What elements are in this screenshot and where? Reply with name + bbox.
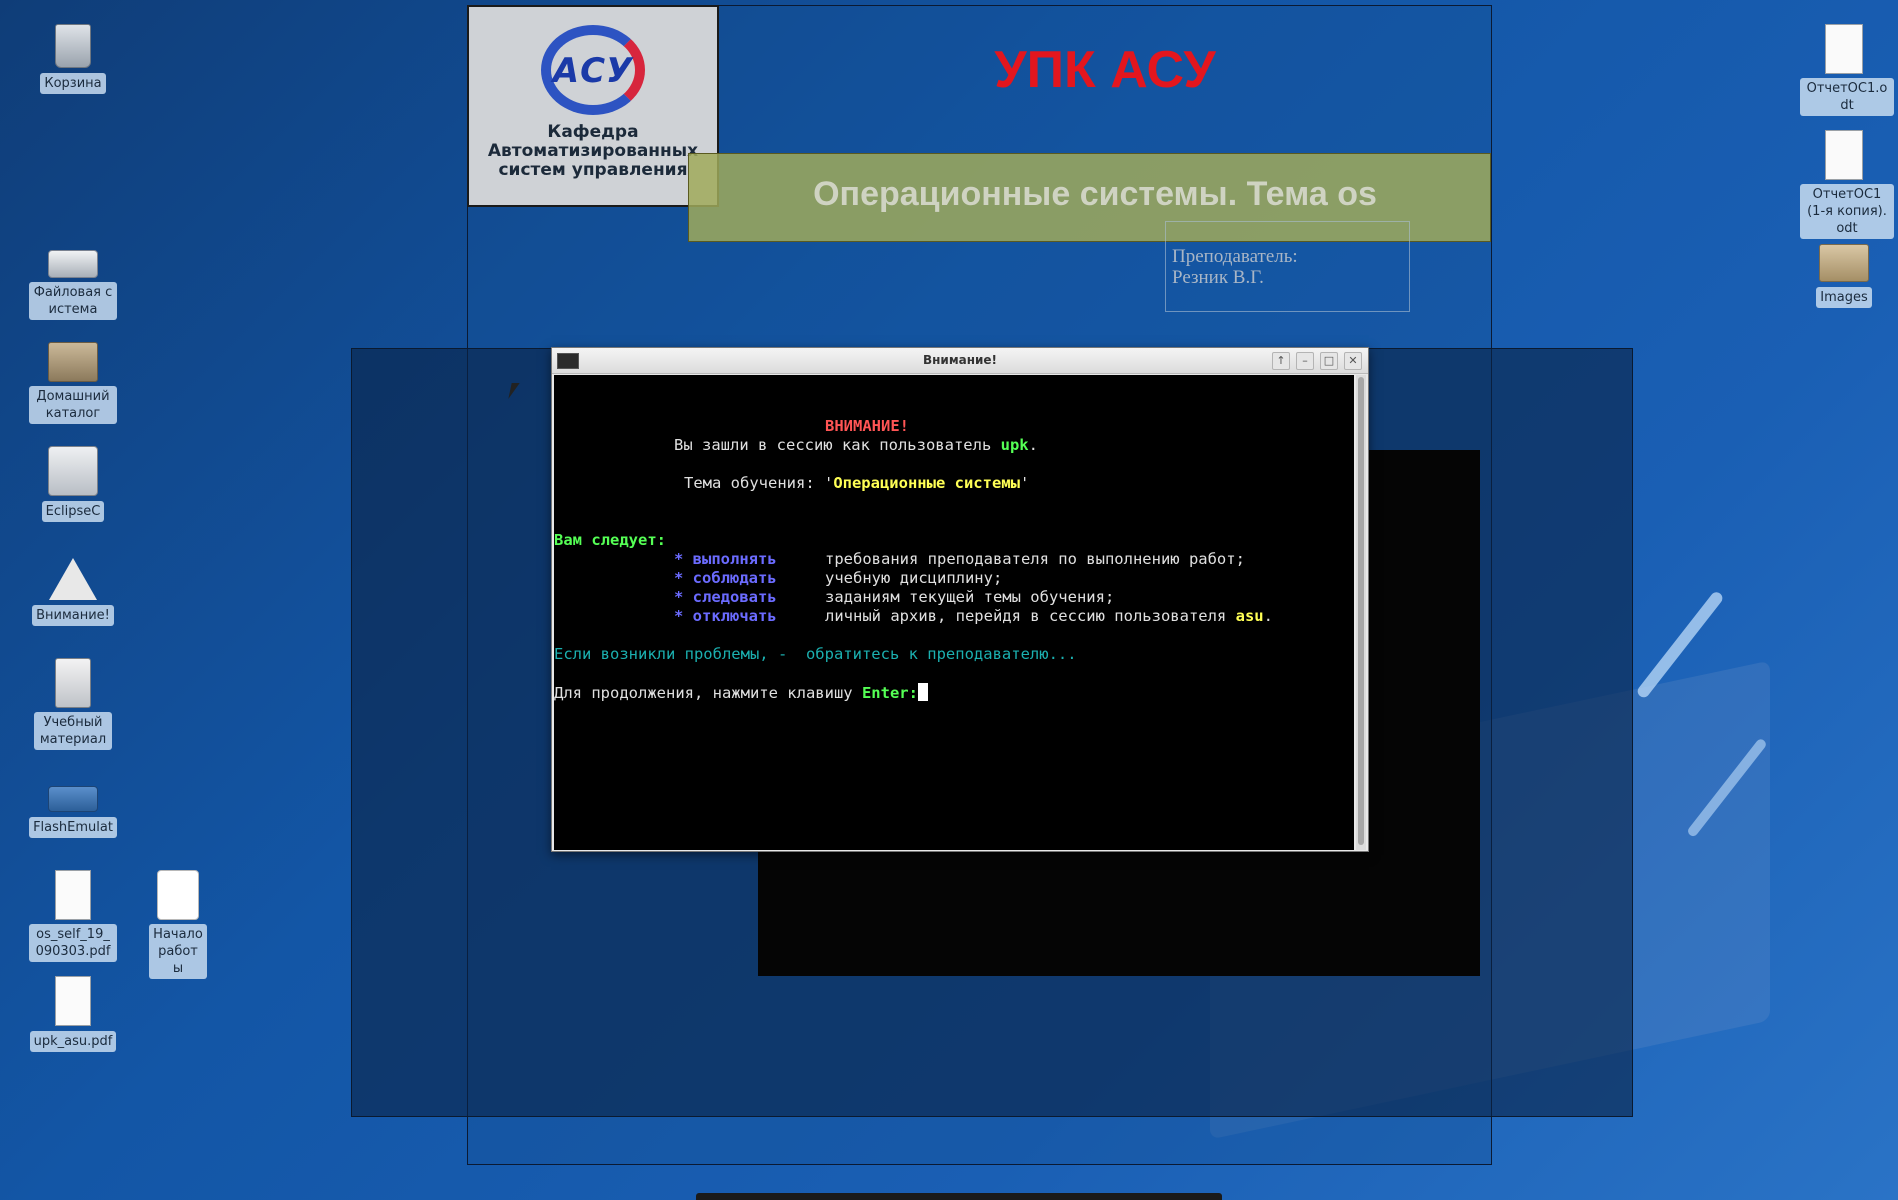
desktop-icon-warning[interactable]: Внимание! [29,558,117,626]
desktop-icon-study-material[interactable]: Учебный материал [29,658,117,750]
department-logo: АСУ Кафедра Автоматизированных систем уп… [467,5,719,207]
desktop-icon-os-self-pdf[interactable]: os_self_19_090303.pdf [29,870,117,962]
taskbar-edge [696,1193,1222,1200]
warning-heading: ВНИМАНИЕ! [825,417,909,435]
teacher-label: Преподаватель: [1172,246,1298,267]
desktop-icon-start-work[interactable]: Начало работы [134,870,222,979]
presentation-subtitle: Операционные системы. Тема os [813,175,1377,213]
rule-text: личный архив, перейдя в сессию пользоват… [825,607,1273,625]
asu-logo-icon: АСУ [523,19,663,119]
scrollbar-thumb[interactable] [1358,377,1364,845]
odt-document-icon [1825,130,1863,180]
odt-document-icon [1825,24,1863,74]
desktop-icon-flashemulat[interactable]: FlashEmulat [29,770,117,838]
drive-icon [48,250,98,278]
continue-prompt[interactable]: Для продолжения, нажмите клавишу Enter: [554,683,928,703]
terminal-output[interactable]: ВНИМАНИЕ! Вы зашли в сессию как пользова… [554,375,1354,850]
desktop-icon-report-copy-odt[interactable]: ОтчетОС1 (1-я копия).odt [1800,130,1894,239]
session-line: Вы зашли в сессию как пользователь upk. [674,436,1038,454]
topic-line: Тема обучения: 'Операционные системы' [684,474,1030,492]
must-heading: Вам следует: [554,531,666,549]
close-button[interactable]: ✕ [1344,352,1362,370]
desktop-icon-report-odt[interactable]: ОтчетОС1.odt [1800,24,1894,116]
window-title: Внимание! [922,353,998,367]
desktop-icon-images[interactable]: Images [1800,236,1888,308]
pdf-document-icon [55,870,91,920]
scrollbar[interactable] [1356,375,1366,850]
desktop-icon-trash[interactable]: Корзина [29,24,117,94]
pdf-document-icon [55,976,91,1026]
rule-text: требования преподавателя по выполнению р… [825,550,1245,568]
rule-text: заданиям текущей темы обучения; [825,588,1115,606]
teacher-name: Резник В.Г. [1172,267,1264,288]
minimize-button[interactable]: – [1296,352,1314,370]
rule-line: * отключать [674,607,777,625]
rule-text: учебную дисциплину; [825,569,1003,587]
window-titlebar[interactable]: Внимание! ↑ – □ ✕ [552,348,1368,374]
shade-button[interactable]: ↑ [1272,352,1290,370]
logo-caption: Кафедра Автоматизированных систем управл… [487,122,699,180]
trash-icon [55,24,91,68]
cabinet-icon [55,658,91,708]
maximize-button[interactable]: □ [1320,352,1338,370]
problems-line: Если возникли проблемы, - обратитесь к п… [554,645,1077,663]
rule-line: * следовать [674,588,777,606]
folder-icon [1819,244,1869,282]
desktop-icon-upk-asu-pdf[interactable]: upk_asu.pdf [29,976,117,1052]
home-folder-icon [48,342,98,382]
rule-line: * выполнять [674,550,777,568]
flash-drive-icon [48,786,98,812]
eclipse-icon [48,446,98,496]
pdf-start-icon [157,870,199,920]
desktop-icon-filesystem[interactable]: Файловая система [29,236,117,320]
desktop-icon-eclipse[interactable]: EclipseC [29,446,117,522]
text-cursor [917,683,928,701]
teacher-box: Преподаватель: Резник В.Г. [1165,221,1410,312]
warning-icon [49,558,97,600]
desktop-icon-home[interactable]: Домашний каталог [29,342,117,424]
presentation-title: УПК АСУ [994,41,1216,99]
rule-line: * соблюдать [674,569,777,587]
terminal-window[interactable]: Внимание! ↑ – □ ✕ ВНИМАНИЕ! Вы зашли в с… [551,347,1369,852]
